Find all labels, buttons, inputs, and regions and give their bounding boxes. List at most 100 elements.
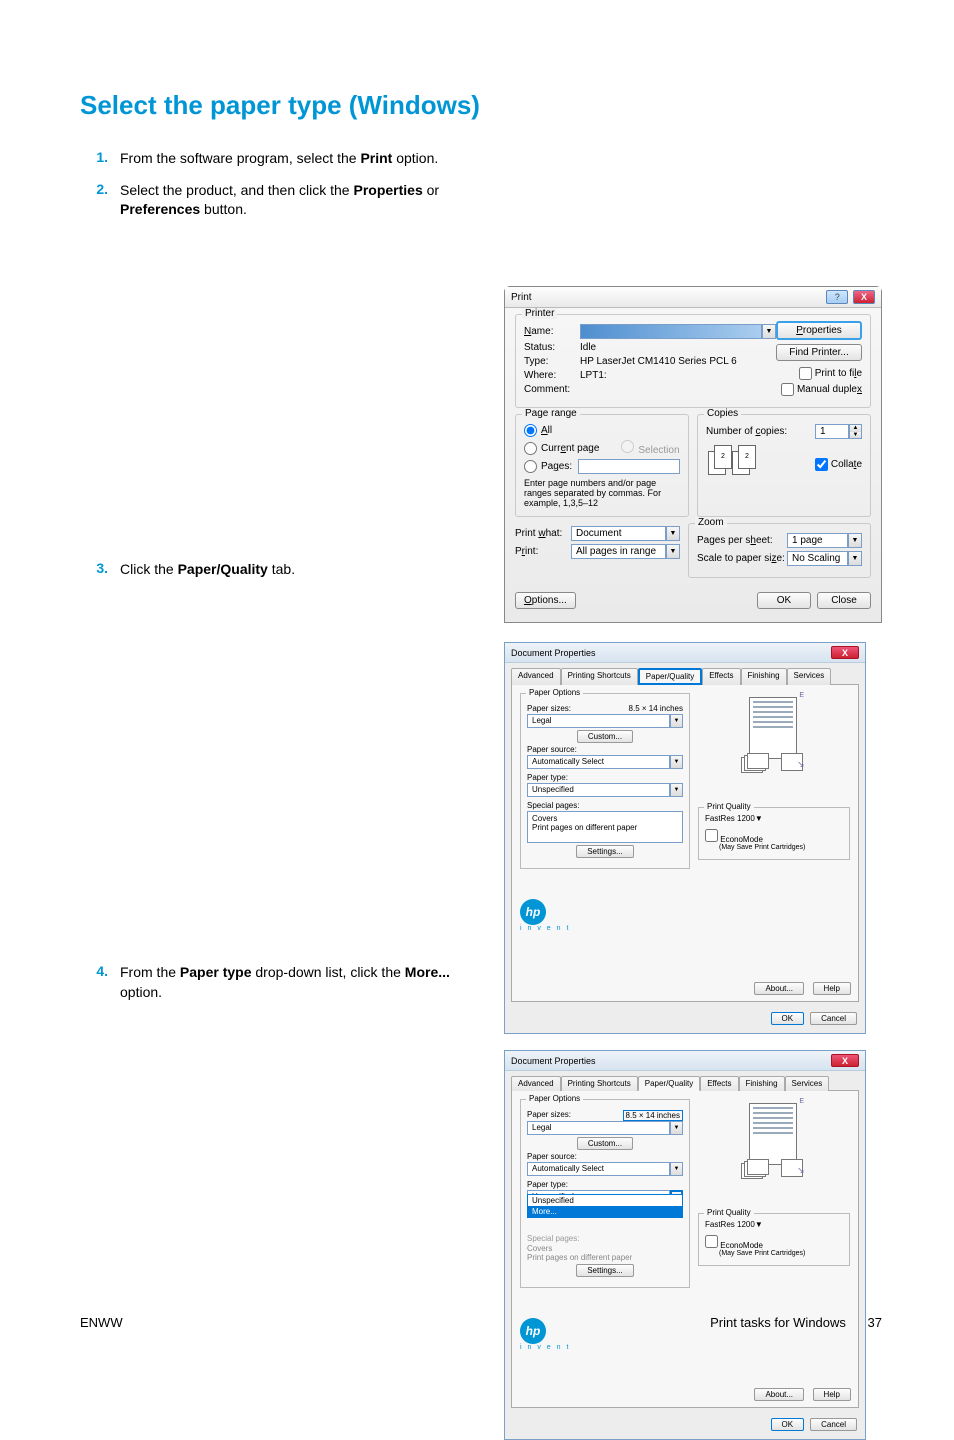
comment-label: Comment: <box>524 384 580 395</box>
cancel-button[interactable]: Cancel <box>810 1012 857 1025</box>
special-diff-item[interactable]: Print pages on different paper <box>532 823 678 832</box>
print-quality-dropdown-icon[interactable]: ▼ <box>755 1220 763 1229</box>
numcopies-spinner[interactable]: ▲▼ <box>849 424 862 439</box>
paper-type-opt-more[interactable]: More... <box>528 1206 682 1217</box>
tab-advanced[interactable]: Advanced <box>511 1076 561 1091</box>
paper-type-dropdown-list[interactable]: Unspecified More... <box>527 1194 683 1218</box>
tab-paper-quality[interactable]: Paper/Quality <box>638 668 702 685</box>
help-button[interactable]: Help <box>813 1388 851 1401</box>
paper-sizes-select[interactable]: Legal <box>527 714 670 728</box>
close-button[interactable]: X <box>831 1054 859 1067</box>
options-button[interactable]: Options... <box>515 592 576 609</box>
scale-dropdown-icon[interactable]: ▼ <box>848 551 862 566</box>
scale-label: Scale to paper size: <box>697 553 787 564</box>
doc-properties-title: Document Properties <box>511 1056 596 1066</box>
printer-select[interactable] <box>580 324 762 339</box>
print-select[interactable]: All pages in range <box>571 544 666 559</box>
settings-button[interactable]: Settings... <box>576 1264 634 1277</box>
printer-dropdown-icon[interactable]: ▼ <box>762 324 776 339</box>
close-dialog-button[interactable]: Close <box>817 592 871 609</box>
collate-checkbox[interactable] <box>815 458 828 471</box>
tab-services[interactable]: Services <box>785 1076 830 1091</box>
about-button[interactable]: About... <box>754 982 804 995</box>
special-pages-label: Special pages: <box>527 801 683 810</box>
print-to-file-checkbox[interactable] <box>799 367 812 380</box>
paper-type-label: Paper type: <box>527 1180 683 1189</box>
paper-source-dropdown-icon[interactable]: ▼ <box>670 755 683 769</box>
printwhat-label: Print what: <box>515 528 571 539</box>
economode-sub: (May Save Print Cartridges) <box>719 1250 843 1257</box>
close-button[interactable]: X <box>853 290 875 304</box>
ok-button[interactable]: OK <box>771 1012 805 1025</box>
special-covers-item[interactable]: Covers <box>532 814 678 823</box>
tab-finishing[interactable]: Finishing <box>741 668 787 685</box>
custom-button[interactable]: Custom... <box>577 730 633 743</box>
properties-button[interactable]: Properties <box>776 321 862 340</box>
custom-button[interactable]: Custom... <box>577 1137 633 1150</box>
hp-logo-icon: hp <box>520 899 546 925</box>
printwhat-dropdown-icon[interactable]: ▼ <box>666 526 680 541</box>
all-radio[interactable] <box>524 424 537 437</box>
step-2-text: Select the product, and then click the P… <box>120 181 490 220</box>
selection-label: Selection <box>638 445 679 456</box>
print-quality-select[interactable]: FastRes 1200 <box>705 1220 755 1229</box>
where-label: Where: <box>524 370 580 381</box>
cancel-button[interactable]: Cancel <box>810 1418 857 1431</box>
page-preview-icon: E ↘ <box>719 1103 829 1183</box>
current-page-radio[interactable] <box>524 442 537 455</box>
paper-sizes-dropdown-icon[interactable]: ▼ <box>670 1121 683 1135</box>
step-2-mid: or <box>423 182 439 198</box>
step-1-before: From the software program, select the <box>120 150 360 166</box>
pages-radio[interactable] <box>524 460 537 473</box>
pages-input[interactable] <box>578 459 680 474</box>
paper-sizes-dropdown-icon[interactable]: ▼ <box>670 714 683 728</box>
tab-shortcuts[interactable]: Printing Shortcuts <box>561 668 638 685</box>
tab-effects[interactable]: Effects <box>700 1076 738 1091</box>
numcopies-input[interactable]: 1 <box>815 424 849 439</box>
paper-type-select[interactable]: Unspecified <box>527 783 670 797</box>
doc-properties-dialog-step4: Document Properties X Advanced Printing … <box>504 1050 866 1440</box>
settings-button[interactable]: Settings... <box>576 845 634 858</box>
paper-source-dropdown-icon[interactable]: ▼ <box>670 1162 683 1176</box>
step-3-text: Click the Paper/Quality tab. <box>120 560 295 580</box>
close-button[interactable]: X <box>831 646 859 659</box>
print-dialog: Print ? X Printer Name: ▼ Status:Idle Ty… <box>504 286 882 623</box>
paper-sizes-select[interactable]: Legal <box>527 1121 670 1135</box>
paper-source-select[interactable]: Automatically Select <box>527 1162 670 1176</box>
ok-button[interactable]: OK <box>757 592 811 609</box>
tab-advanced[interactable]: Advanced <box>511 668 561 685</box>
print-quality-dropdown-icon[interactable]: ▼ <box>755 814 763 823</box>
collate-icon: 1 2 1 2 <box>706 445 750 483</box>
find-printer-button[interactable]: Find Printer... <box>776 344 862 361</box>
print-dropdown-icon[interactable]: ▼ <box>666 544 680 559</box>
paper-type-opt-unspecified[interactable]: Unspecified <box>528 1195 682 1206</box>
paper-options-legend: Paper Options <box>526 688 583 697</box>
tab-effects[interactable]: Effects <box>702 668 740 685</box>
print-quality-select[interactable]: FastRes 1200 <box>705 814 755 823</box>
step-4-mid: drop-down list, click the <box>252 964 405 980</box>
printwhat-select[interactable]: Document <box>571 526 666 541</box>
help-button[interactable]: ? <box>826 290 848 304</box>
tab-shortcuts[interactable]: Printing Shortcuts <box>561 1076 638 1091</box>
print-quality-legend: Print Quality <box>704 802 754 811</box>
help-button[interactable]: Help <box>813 982 851 995</box>
tab-paper-quality[interactable]: Paper/Quality <box>638 1076 700 1091</box>
ok-button[interactable]: OK <box>771 1418 805 1431</box>
step-3-number: 3. <box>80 560 120 580</box>
economode-checkbox[interactable] <box>705 829 718 842</box>
print-label: Print: <box>515 546 571 557</box>
economode-checkbox[interactable] <box>705 1235 718 1248</box>
tab-finishing[interactable]: Finishing <box>739 1076 785 1091</box>
paper-options-legend: Paper Options <box>526 1094 583 1103</box>
special-pages-label: Special pages: <box>527 1234 683 1243</box>
paper-type-dropdown-icon[interactable]: ▼ <box>670 783 683 797</box>
manual-duplex-checkbox[interactable] <box>781 383 794 396</box>
paper-source-select[interactable]: Automatically Select <box>527 755 670 769</box>
pps-dropdown-icon[interactable]: ▼ <box>848 533 862 548</box>
special-pages-list[interactable]: Covers Print pages on different paper <box>527 811 683 843</box>
step-4-text: From the Paper type drop-down list, clic… <box>120 963 490 1002</box>
pps-select[interactable]: 1 page <box>787 533 848 548</box>
tab-services[interactable]: Services <box>787 668 832 685</box>
about-button[interactable]: About... <box>754 1388 804 1401</box>
scale-select[interactable]: No Scaling <box>787 551 848 566</box>
